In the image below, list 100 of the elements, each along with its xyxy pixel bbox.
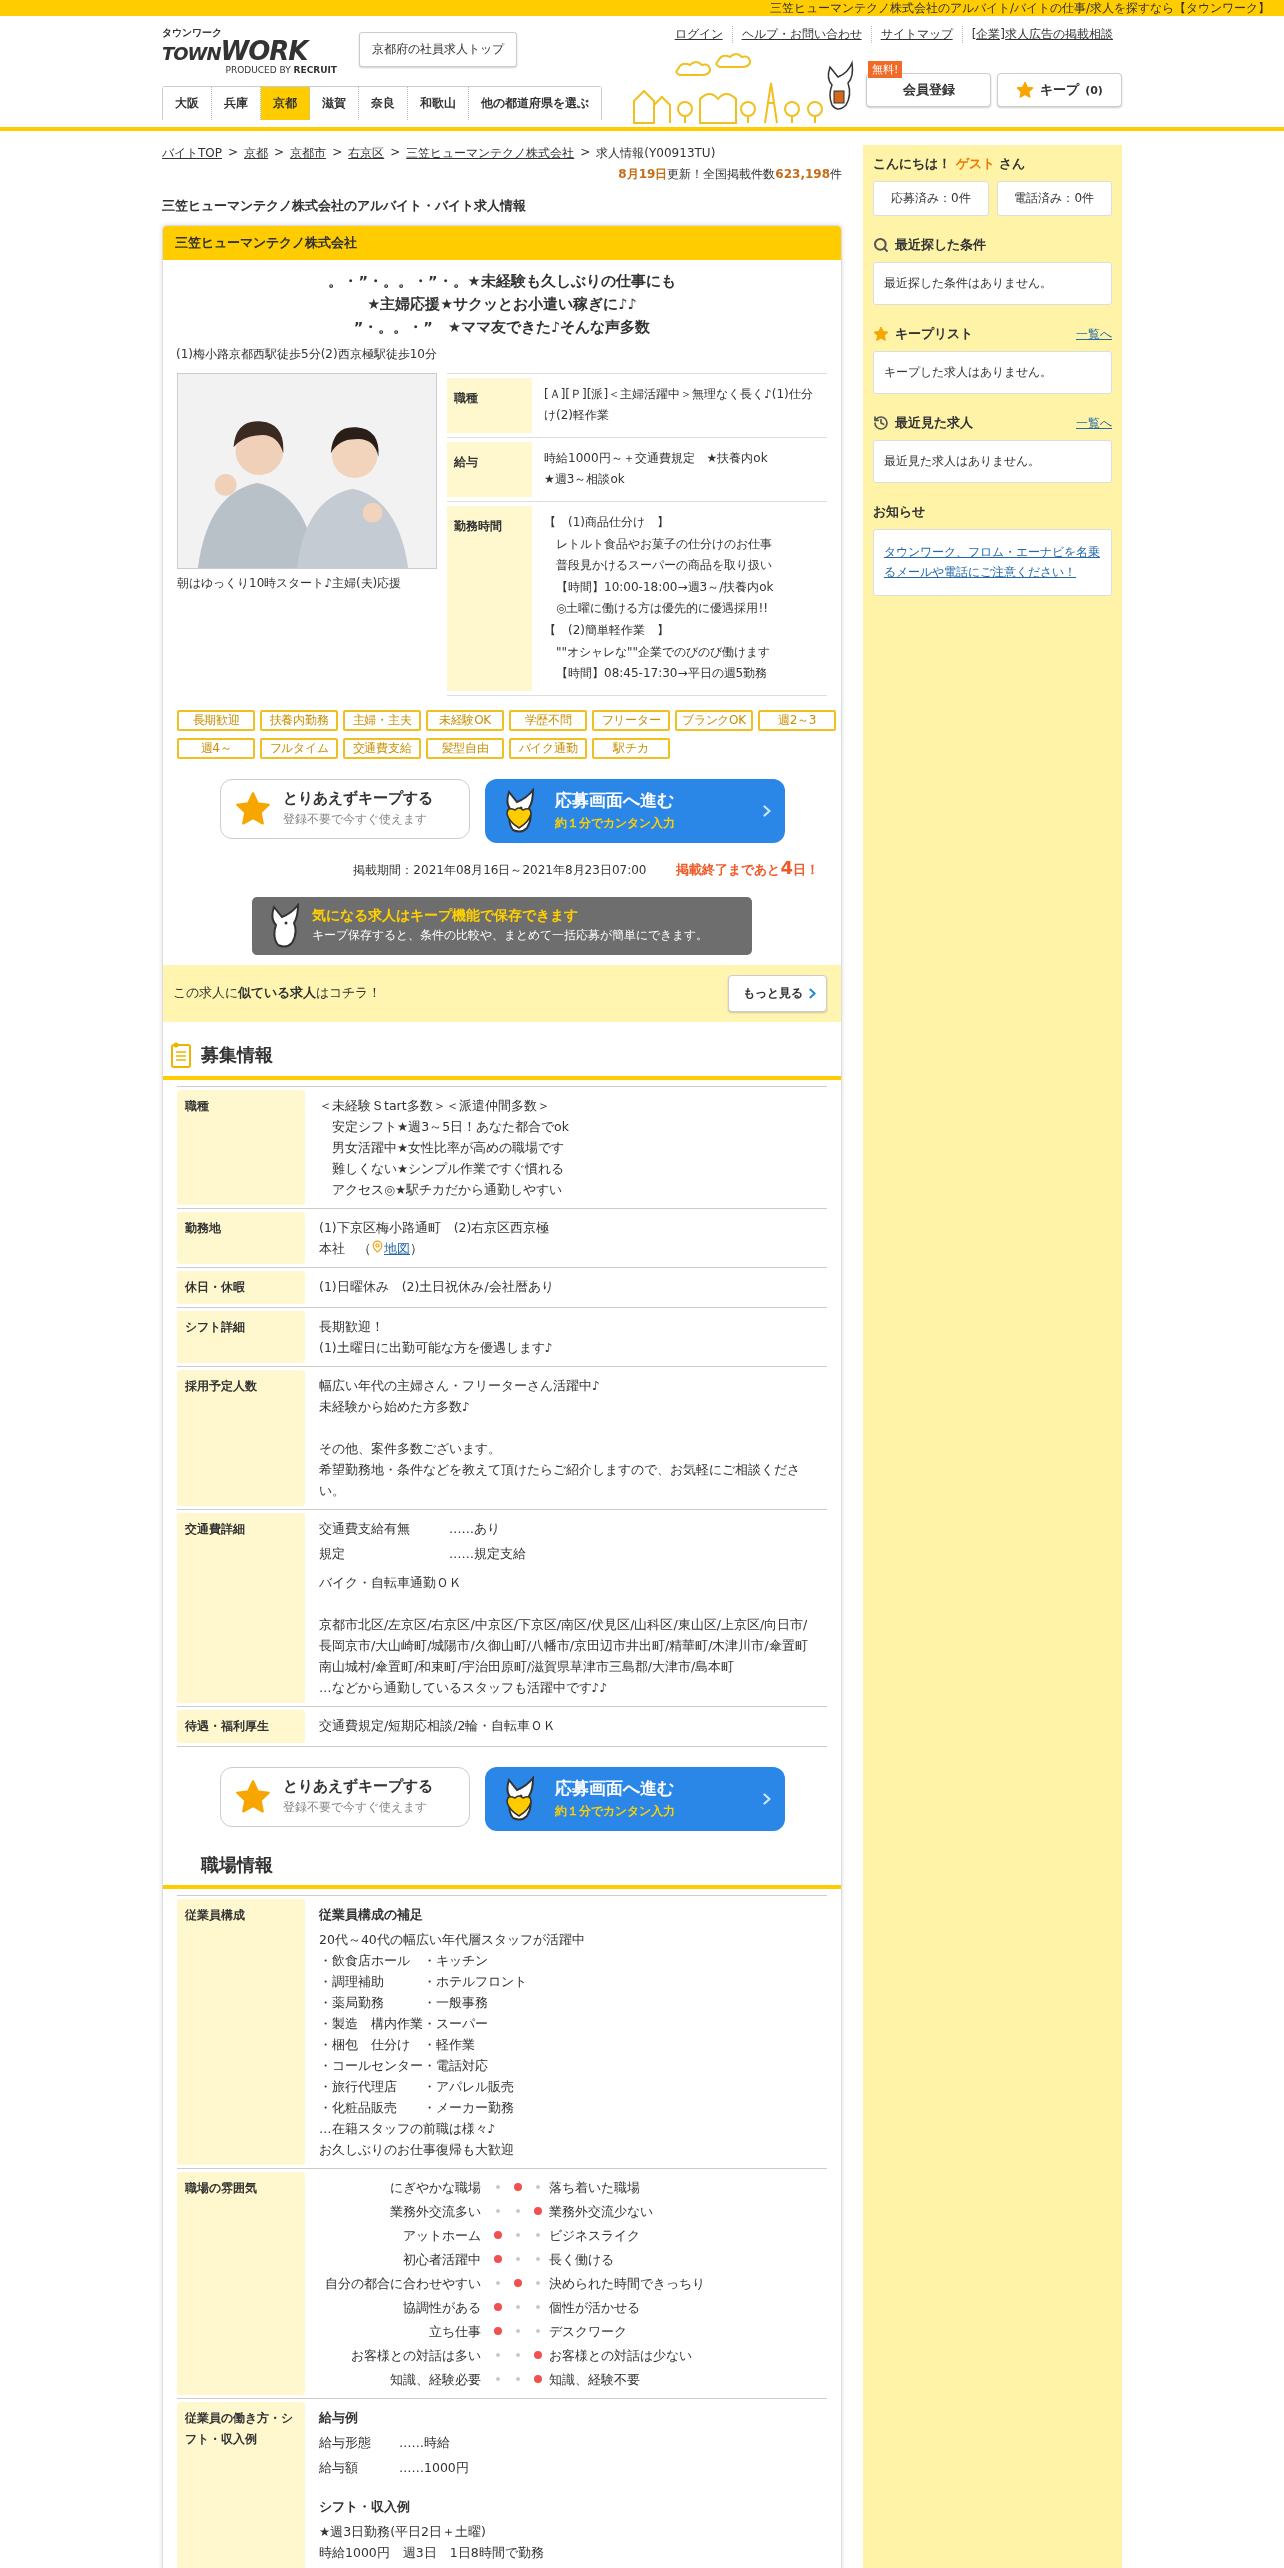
- separator: >: [580, 145, 591, 161]
- row-label: シフト詳細: [177, 1310, 305, 1363]
- breadcrumb-link[interactable]: 三笠ヒューマンテクノ株式会社: [406, 145, 575, 162]
- mood-label: 決められた時間できっちり: [549, 2274, 706, 2293]
- mood-label: 業務外交流少ない: [549, 2202, 654, 2221]
- feature-tag: 週2～3: [758, 709, 836, 731]
- empty-message: キープした求人はありません。: [873, 351, 1112, 394]
- text-line: ・旅行代理店 ・アパレル販売: [319, 2077, 515, 2096]
- empty-message: 最近探した条件はありません。: [873, 262, 1112, 305]
- chevron-icon: [762, 1792, 771, 1805]
- sidebar-heading: お知らせ: [873, 503, 926, 521]
- mood-label: 業務外交流多い: [389, 2202, 482, 2221]
- catch-copy: ★主婦応援★サクッとお小遣い稼ぎに♪♪: [366, 295, 638, 315]
- text-line: (1)土曜日に出勤可能な方を優遇します♪: [319, 1338, 554, 1357]
- mood-label: 協調性がある: [402, 2298, 482, 2317]
- text-line: バイク・自転車通勤ＯＫ: [319, 1573, 463, 1592]
- apply-button[interactable]: 応募画面へ進む 約１分でカンタン入力: [484, 1766, 785, 1831]
- mood-label: 初心者活躍中: [402, 2250, 482, 2269]
- text-line: …在籍スタッフの前職は様々♪: [319, 2119, 497, 2138]
- text-line: 長期歓迎！: [319, 1317, 385, 1336]
- prefecture-tab[interactable]: 大阪: [163, 87, 212, 120]
- counter: 応募済み：0件: [873, 181, 989, 216]
- map-link[interactable]: 地図: [384, 1240, 410, 1256]
- keep-button[interactable]: とりあえずキープする 登録不要で今すぐ使えます: [219, 1766, 470, 1827]
- document-icon: [171, 1041, 191, 1068]
- page-title: 三笠ヒューマンテクノ株式会社のアルバイト・バイト求人情報: [162, 197, 527, 215]
- text-line: ""オシャレな""企業でのびのび働けます: [555, 643, 772, 661]
- header-link[interactable]: サイトマップ: [870, 26, 962, 43]
- text-line: ・コールセンター・電話対応: [319, 2056, 489, 2075]
- prefecture-tab[interactable]: 京都: [261, 87, 310, 120]
- row-label: 休日・休暇: [177, 1270, 305, 1304]
- term-text: 給与額: [319, 2458, 359, 2477]
- top-page-button[interactable]: 京都府の社員求人トップ: [359, 32, 517, 67]
- text-line: (1)日曜休み (2)土日祝休み/会社暦あり: [319, 1277, 555, 1296]
- header-link[interactable]: [企業]求人広告の掲載相談: [961, 26, 1122, 43]
- update-info: 8月19日更新！全国掲載件数623,198件: [617, 166, 842, 183]
- row-label: 職種: [177, 1089, 305, 1205]
- row-label: 採用予定人数: [177, 1369, 305, 1506]
- access-text: (1)梅小路京都西駅徒歩5分(2)西京極駅徒歩10分: [175, 345, 438, 363]
- sidebar-heading: キープリスト: [895, 325, 974, 343]
- text-line: 難しくない★シンプル作業ですぐ慣れる: [331, 1159, 566, 1178]
- text-line: 交通費規定/短期応相談/2輪・自転車ＯＫ: [319, 1716, 558, 1735]
- list-link[interactable]: 一覧へ: [1076, 414, 1112, 432]
- apply-button[interactable]: 応募画面へ進む 約１分でカンタン入力: [484, 778, 785, 843]
- term-text: 給与形態: [319, 2433, 372, 2452]
- text-line: 【時間】08:45-17:30→平日の週5勤務: [555, 665, 769, 683]
- row-label: 従業員構成: [177, 1898, 305, 2165]
- feature-tag: バイク通勤: [509, 737, 587, 759]
- logo[interactable]: タウンワーク TOWNWORK PRODUCED BY RECRUIT: [162, 28, 337, 75]
- notice-link[interactable]: タウンワーク、フロム・エーナビを名乗るメールや電話にご注意ください！: [884, 542, 1101, 583]
- separator: >: [228, 145, 239, 161]
- text-line: (1)下京区梅小路通町 (2)右京区西京極: [319, 1218, 551, 1237]
- text-line: 20代～40代の幅広い年代層スタッフが活躍中: [319, 1930, 586, 1949]
- greeting: こんにちは！ ゲスト さん: [873, 155, 1027, 173]
- section-heading: 職場情報: [201, 1852, 273, 1877]
- value-text: ……時給: [399, 2433, 450, 2452]
- text-line: 未経験から始めた方多数♪: [319, 1397, 471, 1416]
- mood-label: 自分の都合に合わせやすい: [324, 2274, 482, 2293]
- term-text: 交通費支給有無: [319, 1519, 411, 1538]
- sidebar-heading: 最近探した条件: [895, 236, 987, 254]
- mood-label: 個性が活かせる: [549, 2298, 641, 2317]
- feature-tag: 髪型自由: [426, 737, 504, 759]
- feature-tag: フリーター: [592, 709, 670, 731]
- breadcrumb-link[interactable]: 京都市: [290, 145, 327, 162]
- text-line: ◎土曜に働ける方は優先的に優遇採用!!: [555, 600, 770, 618]
- text-line: ・調理補助 ・ホテルフロント: [319, 1972, 528, 1991]
- text-line: 幅広い年代の主婦さん・フリーターさん活躍中♪: [319, 1376, 601, 1395]
- mood-label: ビジネスライク: [549, 2226, 641, 2245]
- text-line: ★週3日勤務(平日2日＋土曜): [319, 2522, 487, 2541]
- breadcrumb-link[interactable]: バイトTOP: [162, 145, 222, 162]
- keep-list-button[interactable]: キープ (0): [997, 73, 1122, 107]
- text-line: 安定シフト★週3～5日！あなた都合でok: [331, 1117, 570, 1136]
- header-link[interactable]: ログイン: [665, 26, 732, 43]
- star-icon: [1016, 81, 1035, 99]
- keep-button[interactable]: とりあえずキープする 登録不要で今すぐ使えます: [219, 778, 470, 839]
- header-link[interactable]: ヘルプ・お問い合わせ: [731, 26, 871, 43]
- row-label: 従業員の働き方・シフト・収入例: [177, 2401, 305, 2568]
- company-name: 三笠ヒューマンテクノ株式会社: [163, 226, 841, 260]
- star-icon: [234, 1778, 271, 1815]
- tagline: 三笠ヒューマンテクノ株式会社のアルバイト/バイトの仕事/求人を探すなら【タウンワーク】: [769, 0, 1270, 16]
- feature-tag: 週4～: [177, 737, 255, 759]
- row-label: 職種: [447, 377, 532, 433]
- text-line: 本社 （ 地図）: [319, 1238, 424, 1258]
- feature-tag: 未経験OK: [426, 709, 504, 731]
- breadcrumb-link[interactable]: 京都: [244, 145, 269, 162]
- banner-title: 気になる求人はキープ機能で保存できます: [312, 907, 579, 926]
- text-line: 時給1000円～＋交通費規定 ★扶養内ok: [544, 449, 769, 467]
- breadcrumb-link[interactable]: 右京区: [348, 145, 385, 162]
- text-line: レトルト食品やお菓子の仕分けのお仕事: [555, 535, 773, 553]
- row-label: 交通費詳細: [177, 1512, 305, 1703]
- text-line: …などから通勤しているスタッフも活躍中です♪♪: [319, 1678, 609, 1697]
- text-line: ・化粧品販売 ・メーカー勤務: [319, 2098, 515, 2117]
- separator: >: [332, 145, 343, 161]
- list-link[interactable]: 一覧へ: [1076, 325, 1112, 343]
- map-pin-icon: [371, 1239, 384, 1253]
- text-line: お久しぶりのお仕事復帰も大歓迎: [319, 2140, 515, 2159]
- chevron-icon: [762, 804, 771, 817]
- more-button[interactable]: もっと見る: [728, 974, 827, 1012]
- text-line: 希望勤務地・条件などを教えて頂けたらご紹介しますので、お気軽にご相談ください。: [319, 1460, 801, 1500]
- mood-label: 長く働ける: [549, 2250, 615, 2269]
